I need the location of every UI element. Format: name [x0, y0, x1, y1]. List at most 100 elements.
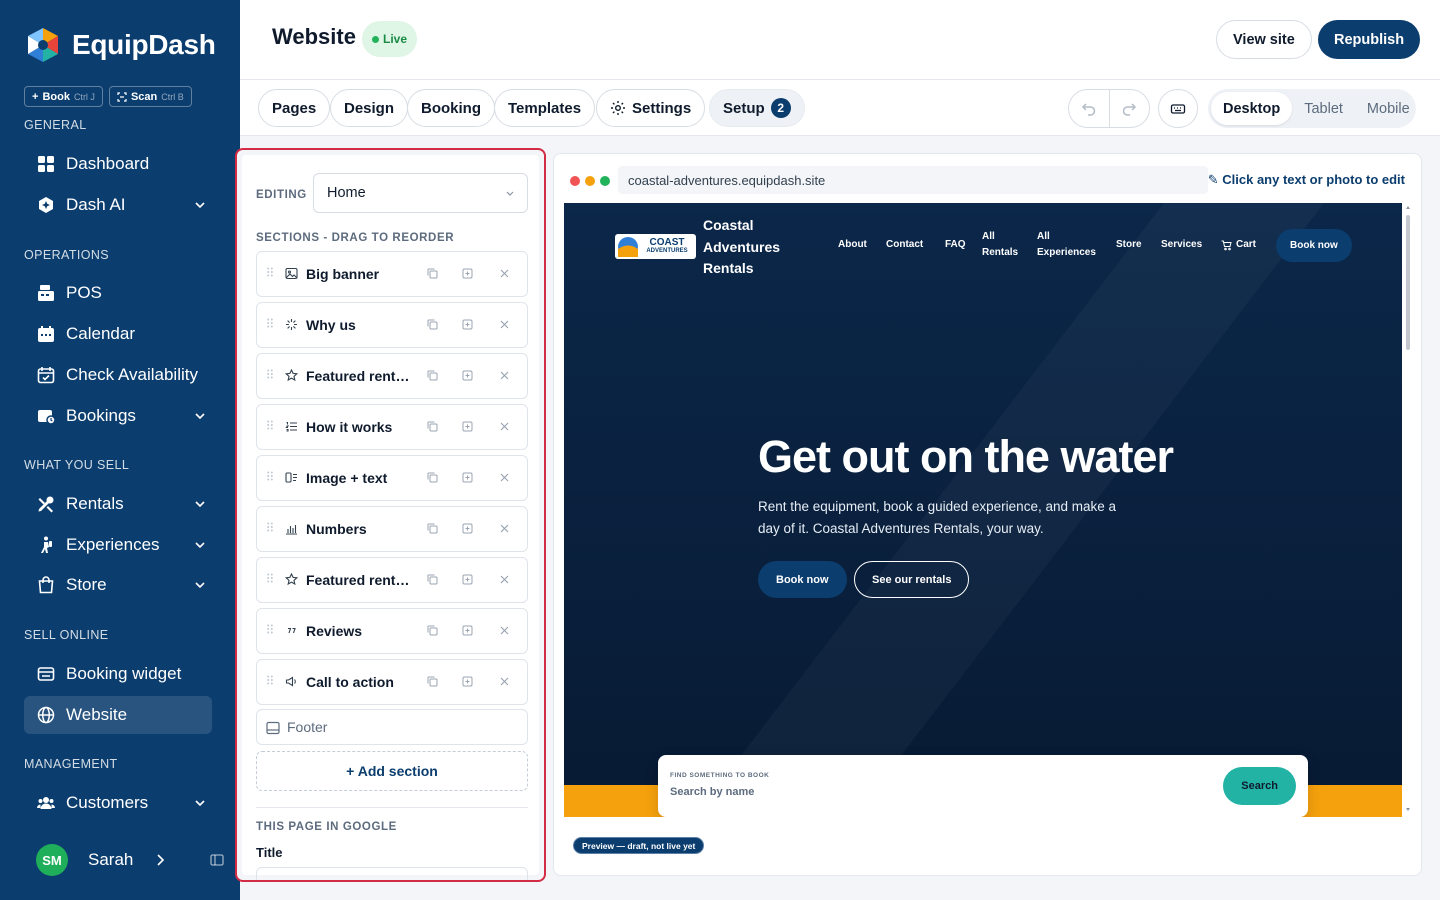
remove-section-icon[interactable]: [500, 371, 509, 380]
sidebar-item-check-availability[interactable]: Check Availability: [24, 356, 212, 394]
collapse-sidebar-icon[interactable]: [210, 853, 224, 867]
site-canvas[interactable]: COAST ADVENTURES Coastal Adventures Rent…: [564, 203, 1402, 817]
page-select[interactable]: Home: [313, 173, 528, 213]
tab-setup[interactable]: Setup 2: [709, 89, 805, 127]
section-row[interactable]: Featured rentals: [256, 353, 528, 399]
drag-handle-icon[interactable]: [267, 522, 273, 532]
chevron-down-icon[interactable]: [192, 537, 208, 553]
add-below-icon[interactable]: [462, 523, 473, 534]
sidebar-item-pos[interactable]: POS: [24, 274, 212, 312]
footer-section-row[interactable]: Footer: [256, 709, 528, 745]
undo-button[interactable]: [1069, 90, 1110, 127]
hero-title[interactable]: Get out on the water: [758, 431, 1174, 483]
drag-handle-icon[interactable]: [267, 318, 273, 328]
drag-handle-icon[interactable]: [267, 624, 273, 634]
site-name[interactable]: Coastal Adventures Rentals: [703, 215, 793, 280]
sidebar-item-experiences[interactable]: Experiences: [24, 526, 212, 564]
chevron-down-icon[interactable]: [192, 577, 208, 593]
remove-section-icon[interactable]: [500, 677, 509, 686]
duplicate-icon[interactable]: [427, 319, 438, 330]
redo-button[interactable]: [1110, 90, 1150, 127]
site-book-now-button[interactable]: Book now: [1276, 229, 1352, 262]
add-below-icon[interactable]: [462, 472, 473, 483]
seo-title-input[interactable]: [256, 867, 528, 880]
section-row[interactable]: Reviews: [256, 608, 528, 654]
sidebar-item-dash-ai[interactable]: Dash AI: [24, 186, 212, 224]
sidebar-item-dashboard[interactable]: Dashboard: [24, 145, 212, 183]
view-site-button[interactable]: View site: [1216, 20, 1312, 59]
add-below-icon[interactable]: [462, 370, 473, 381]
tab-booking[interactable]: Booking: [407, 89, 495, 127]
site-nav-all-rentals[interactable]: All Rentals: [982, 203, 1026, 287]
sidebar-item-store[interactable]: Store: [24, 566, 212, 604]
add-below-icon[interactable]: [462, 625, 473, 636]
add-below-icon[interactable]: [462, 574, 473, 585]
site-nav-cart[interactable]: Cart: [1221, 203, 1256, 287]
drag-handle-icon[interactable]: [267, 420, 273, 430]
site-nav-faq[interactable]: FAQ: [945, 203, 966, 287]
remove-section-icon[interactable]: [500, 626, 509, 635]
add-section-button[interactable]: + Add section: [256, 751, 528, 791]
duplicate-icon[interactable]: [427, 676, 438, 687]
section-row[interactable]: Featured rentals: [256, 557, 528, 603]
sidebar-item-customers[interactable]: Customers: [24, 784, 212, 822]
chevron-down-icon[interactable]: [192, 408, 208, 424]
drag-handle-icon[interactable]: [267, 573, 273, 583]
sidebar-item-bookings[interactable]: Bookings: [24, 397, 212, 435]
quick-book-button[interactable]: + Book Ctrl J: [24, 86, 103, 107]
duplicate-icon[interactable]: [427, 421, 438, 432]
hero-subtitle[interactable]: Rent the equipment, book a guided experi…: [758, 496, 1138, 540]
quick-scan-button[interactable]: Scan Ctrl B: [108, 86, 192, 107]
remove-section-icon[interactable]: [500, 320, 509, 329]
chevron-down-icon[interactable]: [192, 197, 208, 213]
duplicate-icon[interactable]: [427, 574, 438, 585]
site-nav-contact[interactable]: Contact: [886, 203, 923, 287]
sidebar-item-website[interactable]: Website: [24, 696, 212, 734]
drag-handle-icon[interactable]: [267, 267, 273, 277]
add-below-icon[interactable]: [462, 676, 473, 687]
duplicate-icon[interactable]: [427, 523, 438, 534]
scroll-down-icon[interactable]: [1404, 806, 1412, 814]
tab-templates[interactable]: Templates: [494, 89, 596, 127]
section-row[interactable]: Why us: [256, 302, 528, 348]
sidebar-item-calendar[interactable]: Calendar: [24, 315, 212, 353]
duplicate-icon[interactable]: [427, 268, 438, 279]
keyboard-shortcuts-button[interactable]: [1158, 89, 1198, 128]
tab-pages[interactable]: Pages: [258, 89, 331, 127]
device-mobile[interactable]: Mobile: [1355, 92, 1422, 125]
site-logo[interactable]: COAST ADVENTURES: [615, 234, 696, 259]
tab-settings[interactable]: Settings: [596, 89, 706, 127]
remove-section-icon[interactable]: [500, 422, 509, 431]
site-search-button[interactable]: Search: [1223, 767, 1296, 805]
site-nav-services[interactable]: Services: [1161, 203, 1202, 287]
hero-book-now-button[interactable]: Book now: [758, 561, 847, 598]
republish-button[interactable]: Republish: [1318, 20, 1421, 59]
device-tablet[interactable]: Tablet: [1292, 92, 1355, 125]
add-below-icon[interactable]: [462, 268, 473, 279]
sidebar-item-rentals[interactable]: Rentals: [24, 485, 212, 523]
remove-section-icon[interactable]: [500, 269, 509, 278]
remove-section-icon[interactable]: [500, 524, 509, 533]
section-row[interactable]: How it works: [256, 404, 528, 450]
site-nav-all-experiences[interactable]: All Experiences: [1037, 203, 1103, 287]
remove-section-icon[interactable]: [500, 473, 509, 482]
add-below-icon[interactable]: [462, 319, 473, 330]
duplicate-icon[interactable]: [427, 370, 438, 381]
section-row[interactable]: Call to action: [256, 659, 528, 705]
user-menu[interactable]: SM Sarah: [36, 844, 167, 876]
drag-handle-icon[interactable]: [267, 675, 273, 685]
duplicate-icon[interactable]: [427, 625, 438, 636]
site-nav-store[interactable]: Store: [1116, 203, 1142, 287]
drag-handle-icon[interactable]: [267, 471, 273, 481]
chevron-down-icon[interactable]: [192, 496, 208, 512]
section-row[interactable]: Big banner: [256, 251, 528, 297]
add-below-icon[interactable]: [462, 421, 473, 432]
scroll-up-icon[interactable]: [1404, 203, 1412, 211]
duplicate-icon[interactable]: [427, 472, 438, 483]
device-desktop[interactable]: Desktop: [1211, 92, 1293, 125]
sidebar-item-booking-widget[interactable]: Booking widget: [24, 655, 212, 693]
site-nav-about[interactable]: About: [838, 203, 867, 287]
tab-design[interactable]: Design: [330, 89, 409, 127]
hero-see-rentals-button[interactable]: See our rentals: [854, 561, 970, 598]
drag-handle-icon[interactable]: [267, 369, 273, 379]
